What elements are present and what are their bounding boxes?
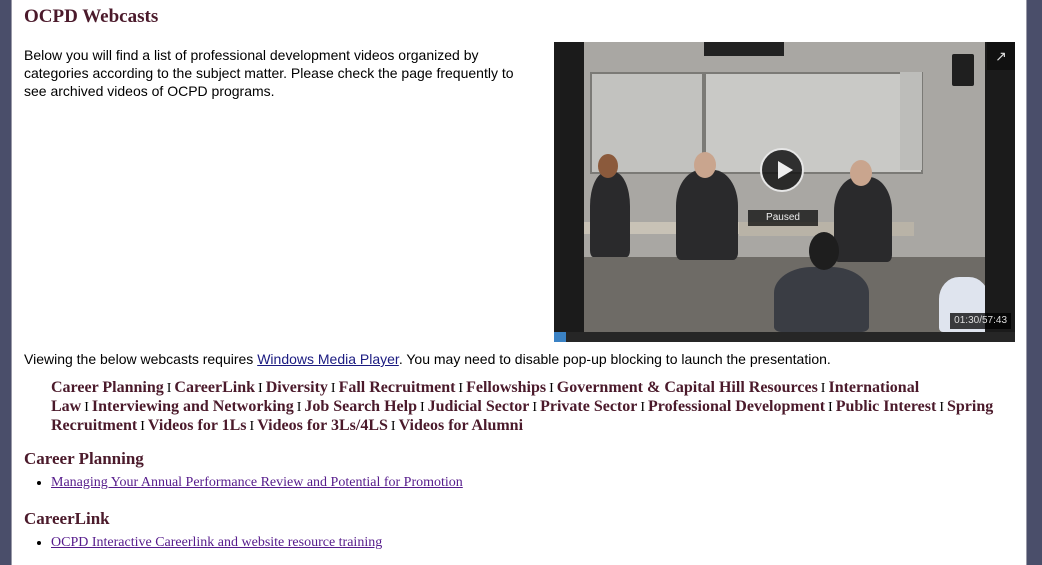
category-separator: I bbox=[820, 381, 826, 396]
category-link[interactable]: Videos for 3Ls/4LS bbox=[257, 417, 388, 434]
intro-text: Below you will find a list of profession… bbox=[24, 47, 514, 99]
category-link[interactable]: Interviewing and Networking bbox=[92, 398, 294, 415]
category-separator: I bbox=[458, 381, 464, 396]
category-separator: I bbox=[84, 400, 89, 415]
video-progress-fill bbox=[554, 332, 566, 342]
category-link[interactable]: Fall Recruitment bbox=[339, 379, 456, 396]
requirement-text-before: Viewing the below webcasts requires bbox=[24, 351, 258, 367]
video-player[interactable]: ↗ Paused 01:30/57:43 bbox=[554, 42, 1015, 342]
video-link[interactable]: OCPD Interactive Careerlink and website … bbox=[51, 535, 382, 550]
windows-media-player-link[interactable]: Windows Media Player bbox=[257, 351, 399, 367]
category-link[interactable]: Professional Development bbox=[648, 398, 825, 415]
list-item: Managing Your Annual Performance Review … bbox=[51, 475, 463, 491]
category-separator: I bbox=[166, 381, 172, 396]
section-heading-careerlink: CareerLink bbox=[24, 509, 110, 528]
category-separator: I bbox=[249, 419, 255, 434]
play-icon[interactable] bbox=[760, 148, 804, 192]
category-link[interactable]: Videos for 1Ls bbox=[148, 417, 247, 434]
video-timecode: 01:30/57:43 bbox=[950, 313, 1011, 329]
category-separator: I bbox=[390, 419, 396, 434]
requirement-note: Viewing the below webcasts requires Wind… bbox=[24, 351, 831, 367]
category-separator: I bbox=[532, 400, 538, 415]
video-progress-bar[interactable] bbox=[554, 332, 1015, 342]
category-separator: I bbox=[419, 400, 425, 415]
category-link[interactable]: CareerLink bbox=[174, 379, 255, 396]
category-link[interactable]: Career Planning bbox=[51, 379, 164, 396]
category-separator: I bbox=[549, 381, 554, 396]
external-link-icon[interactable]: ↗ bbox=[987, 42, 1015, 70]
video-link[interactable]: Managing Your Annual Performance Review … bbox=[51, 475, 463, 490]
category-link[interactable]: Videos for Alumni bbox=[399, 417, 523, 434]
page-title: OCPD Webcasts bbox=[24, 6, 159, 27]
section-heading-career-planning: Career Planning bbox=[24, 449, 144, 468]
category-link[interactable]: Government & Capital Hill Resources bbox=[557, 379, 818, 396]
category-separator: I bbox=[140, 419, 145, 434]
category-separator: I bbox=[828, 400, 833, 415]
category-link[interactable]: Judicial Sector bbox=[428, 398, 530, 415]
list-item: OCPD Interactive Careerlink and website … bbox=[51, 535, 382, 551]
career-planning-list: Managing Your Annual Performance Review … bbox=[34, 475, 463, 491]
category-separator: I bbox=[939, 400, 944, 415]
category-separator: I bbox=[258, 381, 263, 396]
requirement-text-after: . You may need to disable pop-up blockin… bbox=[398, 351, 831, 367]
category-link[interactable]: Job Search Help bbox=[304, 398, 417, 415]
category-separator: I bbox=[640, 400, 646, 415]
category-link[interactable]: Public Interest bbox=[836, 398, 937, 415]
category-link[interactable]: Fellowships bbox=[466, 379, 546, 396]
page-content: OCPD Webcasts Below you will find a list… bbox=[11, 0, 1027, 565]
category-nav: Career Planning I CareerLink I Diversity I Fal… bbox=[51, 379, 996, 436]
category-separator: I bbox=[330, 381, 336, 396]
paused-label: Paused bbox=[748, 210, 818, 226]
speaker-image bbox=[952, 54, 974, 86]
careerlink-list: OCPD Interactive Careerlink and website … bbox=[34, 535, 382, 551]
category-link[interactable]: Diversity bbox=[266, 379, 328, 396]
category-separator: I bbox=[296, 400, 302, 415]
category-link[interactable]: Private Sector bbox=[540, 398, 637, 415]
